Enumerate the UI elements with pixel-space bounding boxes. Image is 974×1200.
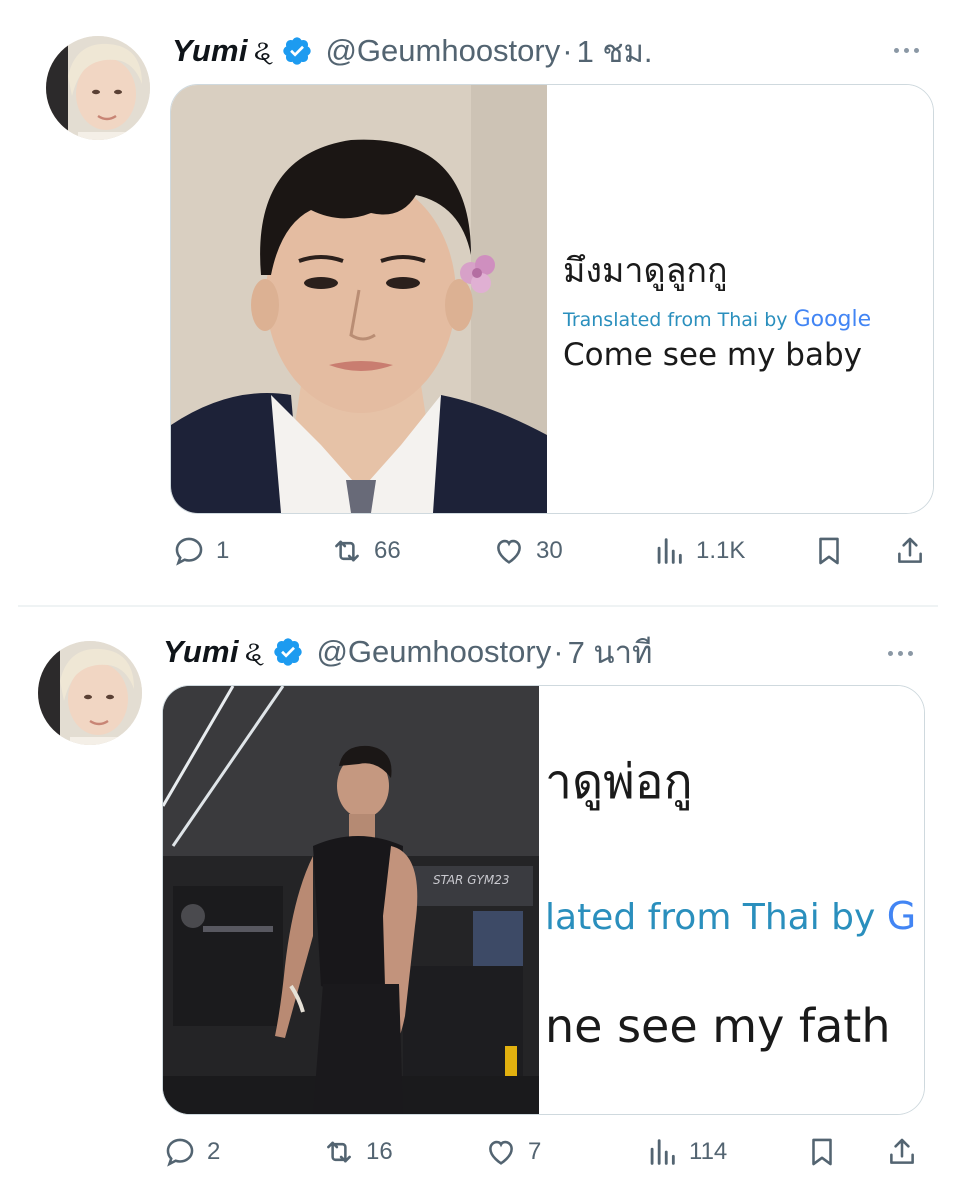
translation-panel: าดูพ่อกู lated from Thai by G ne see my … [539,686,924,1114]
reply-icon [175,537,203,566]
views-icon [650,1139,675,1165]
more-dot [898,651,903,656]
tweet-header: Yumi ୡ @Geumhoostory · 7 นาที [163,632,652,672]
more-dot [914,48,919,53]
translated-from-text: lated from Thai by [545,897,876,938]
english-translation: ne see my fath [545,999,891,1053]
like-button[interactable]: 7 [484,1132,541,1172]
share-icon [898,537,922,563]
photo[interactable] [171,85,547,513]
photo[interactable]: STAR GYM23 [163,686,539,1114]
english-translation: Come see my baby [563,337,862,373]
like-icon [489,1140,513,1165]
google-logo: Google [794,307,872,332]
views-button[interactable]: 1.1K [652,531,745,571]
reply-count: 2 [207,1138,221,1165]
avatar[interactable] [46,36,150,140]
views-button[interactable]: 114 [645,1132,727,1172]
retweet-count: 66 [374,537,401,564]
bookmark-button[interactable] [812,531,846,571]
more-icon[interactable] [894,48,919,53]
google-logo: G [886,894,917,938]
display-name[interactable]: Yumi [172,33,248,69]
tweet-header: Yumi ୡ @Geumhoostory · 1 ชม. [172,31,653,71]
views-icon [657,538,682,564]
media-card[interactable]: มึงมาดูลูกกู Translated from Thai by Goo… [170,84,934,514]
avatar[interactable] [38,641,142,745]
more-dot [894,48,899,53]
translation-panel: มึงมาดูลูกกู Translated from Thai by Goo… [547,85,933,513]
retweet-icon [327,1141,351,1163]
thai-text: มึงมาดูลูกกู [563,251,728,291]
translated-from-text: Translated from Thai by [563,309,788,331]
separator-dot: · [553,634,564,669]
bookmark-icon [812,1138,832,1166]
thai-text: าดูพ่อกู [545,754,693,810]
retweet-button[interactable]: 16 [322,1132,393,1172]
retweet-icon [335,540,359,562]
share-button[interactable] [885,1132,919,1172]
verified-icon[interactable] [272,636,304,668]
tweet[interactable]: Yumi ୡ @Geumhoostory · 1 ชม. มึงมาดูลูกก… [0,0,974,605]
translated-label: lated from Thai by G [545,894,916,938]
more-icon[interactable] [888,651,913,656]
more-dot [908,651,913,656]
bookmark-icon [819,537,839,565]
reply-button[interactable]: 2 [163,1132,220,1172]
media-card[interactable]: STAR GYM23 าดูพ่อกู lated from Thai by G… [162,685,925,1115]
views-count: 114 [689,1138,728,1165]
action-bar: 1 66 30 1.1K [0,531,974,571]
svg-text:STAR GYM23: STAR GYM23 [433,873,509,887]
views-count: 1.1K [696,537,746,564]
like-count: 30 [536,537,563,564]
like-icon [497,539,521,564]
translated-label: Translated from Thai by Google [563,307,871,332]
handle[interactable]: @Geumhoostory [325,33,560,69]
display-name[interactable]: Yumi [163,634,239,670]
bookmark-button[interactable] [805,1132,839,1172]
name-emoji: ୡ [253,34,274,66]
tweet[interactable]: Yumi ୡ @Geumhoostory · 7 นาที STAR GYM23… [0,607,974,1200]
reply-button[interactable]: 1 [172,531,229,571]
share-icon [890,1138,914,1164]
portrait-photo [171,85,547,513]
more-dot [888,651,893,656]
avatar-image [46,36,150,140]
reply-icon [166,1138,194,1167]
like-count: 7 [528,1138,542,1165]
avatar-image [38,641,142,745]
retweet-count: 16 [366,1138,393,1165]
google-text: Google [793,307,872,332]
gym-photo: STAR GYM23 [163,686,539,1114]
retweet-button[interactable]: 66 [330,531,401,571]
share-button[interactable] [893,531,927,571]
reply-count: 1 [216,537,230,564]
action-bar: 2 16 7 114 [0,1132,974,1172]
timestamp[interactable]: 1 ชม. [577,26,653,76]
verified-icon[interactable] [281,35,313,67]
handle[interactable]: @Geumhoostory [316,634,551,670]
separator-dot: · [562,33,573,68]
name-emoji: ୡ [244,635,265,667]
timestamp[interactable]: 7 นาที [568,627,653,677]
like-button[interactable]: 30 [492,531,563,571]
more-dot [904,48,909,53]
